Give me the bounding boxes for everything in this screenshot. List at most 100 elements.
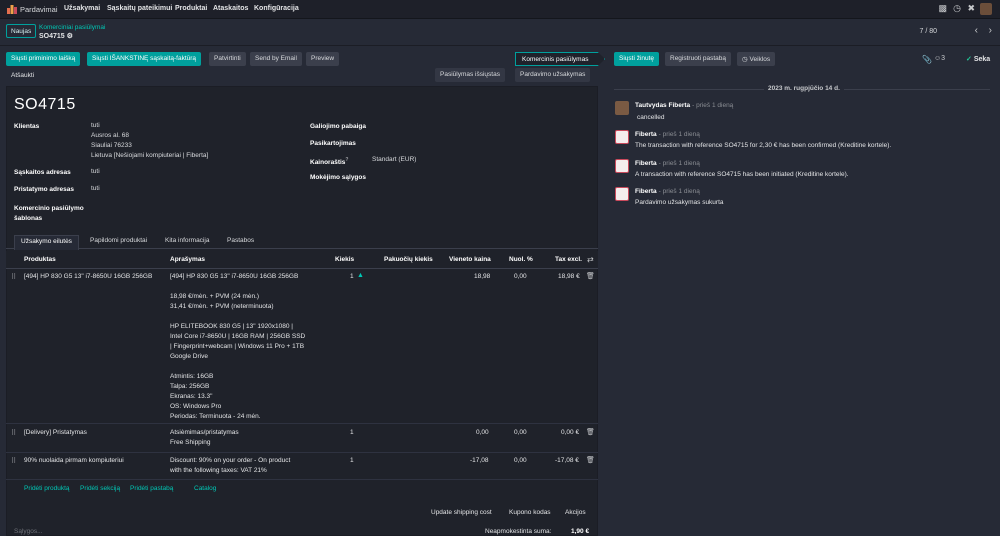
send-message-button[interactable]: Siųsti žinutę [614, 52, 660, 66]
followers[interactable]: ☺3 [934, 55, 945, 62]
add-note-link[interactable]: Pridėti pastabą [130, 485, 173, 492]
client-field[interactable]: tuti Ausros al. 68 Siauliai 76233 Lietuv… [91, 121, 208, 161]
update-shipping-button[interactable]: Update shipping cost [431, 509, 492, 516]
client-name: tuti [91, 122, 100, 129]
row-unit-price[interactable]: 0,00 [476, 428, 489, 438]
row-description[interactable]: [494] HP 830 G5 13" i7-8650U 16GB 256GB … [170, 272, 305, 422]
status-quotation-sent[interactable]: Pasiūlymas išsiųstas [435, 68, 505, 82]
menu-to-invoice[interactable]: Sąskaitų pateikimui [107, 5, 172, 12]
message-time: - prieš 1 dieną [692, 102, 734, 109]
status-sales-order[interactable]: Pardavimo užsakymas [515, 68, 591, 82]
delivery-address-field[interactable]: tuti [91, 184, 100, 194]
row-product[interactable]: [494] HP 830 G5 13" i7-8650U 16GB 256GB [24, 272, 152, 282]
table-row[interactable] [6, 425, 598, 453]
invoice-address-field[interactable]: tuti [91, 167, 100, 177]
row-discount[interactable]: 0,00 [514, 456, 527, 466]
untaxed-value: 1,90 € [571, 528, 590, 535]
menu-products[interactable]: Produktai [175, 5, 207, 12]
breadcrumb-parent[interactable]: Komerciniai pasiūlymai [39, 24, 105, 31]
pager-prev-icon[interactable]: ‹ [975, 25, 978, 36]
trash-icon[interactable]: 🗑 [586, 456, 595, 464]
row-discount[interactable]: 0,00 [514, 272, 527, 282]
chat-icon[interactable]: ▩ [938, 3, 947, 14]
send-advance-invoice-button[interactable]: Siųsti IŠANKSTINĘ sąskaitą-faktūrą [87, 52, 202, 66]
message-header: Fiberta - prieš 1 dieną [635, 131, 700, 138]
drag-handle-icon[interactable]: ⠿ [11, 457, 16, 465]
client-address-line: Ausros al. 68 [91, 132, 129, 139]
tab-order-lines[interactable]: Užsakymo eilutės [14, 235, 79, 250]
col-quantity[interactable]: Kiekis [335, 256, 354, 263]
row-product[interactable]: [Delivery] Pristatymas [24, 428, 87, 438]
activities-button[interactable]: ◷ Veiklos [737, 52, 776, 66]
forecast-chart-icon[interactable]: ▲ [357, 272, 364, 279]
menu-orders[interactable]: Užsakymai [64, 5, 100, 12]
col-unit-price[interactable]: Vieneto kaina [449, 256, 491, 263]
message-author[interactable]: Fiberta [635, 160, 657, 167]
pager-value[interactable]: 7 / 80 [919, 28, 937, 35]
new-button[interactable]: Naujas [6, 24, 37, 38]
message-author[interactable]: Fiberta [635, 131, 657, 138]
terms-input[interactable]: Sąlygos... [14, 528, 43, 535]
row-quantity[interactable]: 1 [350, 456, 354, 466]
message-author[interactable]: Fiberta [635, 188, 657, 195]
apps-logo-icon[interactable] [7, 4, 17, 14]
status-quotation[interactable]: Komercinis pasiūlymas [515, 52, 605, 66]
trash-icon[interactable]: 🗑 [586, 428, 595, 436]
pager-next-icon[interactable]: › [989, 25, 992, 36]
col-description[interactable]: Aprašymas [170, 256, 205, 263]
tab-other-info[interactable]: Kita informacija [159, 235, 215, 246]
row-unit-price[interactable]: 18,98 [474, 272, 490, 282]
preview-button[interactable]: Preview [306, 52, 340, 66]
col-discount[interactable]: Nuol. % [509, 256, 533, 263]
description-line [170, 362, 305, 372]
row-discount[interactable]: 0,00 [514, 428, 527, 438]
paperclip-icon[interactable]: 📎 [922, 55, 932, 64]
user-avatar[interactable] [980, 3, 992, 15]
tab-notes[interactable]: Pastabos [221, 235, 260, 246]
cancel-button[interactable]: Atšaukti [11, 72, 34, 79]
row-description[interactable]: Discount: 90% on your order - On product… [170, 456, 290, 476]
tab-optional-products[interactable]: Papildomi produktai [84, 235, 153, 246]
gear-icon[interactable]: ⚙ [67, 33, 73, 40]
payment-terms-label: Mokėjimo sąlygos [310, 174, 366, 181]
add-product-link[interactable]: Pridėti produktą [24, 485, 70, 492]
message-body: cancelled [637, 114, 665, 121]
author-avatar[interactable] [615, 130, 629, 144]
send-reminder-button[interactable]: Siųsti priminimo laišką [6, 52, 81, 66]
message-time: - prieš 1 dieną [658, 188, 700, 195]
drag-handle-icon[interactable]: ⠿ [11, 429, 16, 437]
row-unit-price[interactable]: -17,08 [470, 456, 488, 466]
row-product[interactable]: 90% nuolaida pirmam kompiuteriui [24, 456, 124, 466]
author-avatar[interactable] [615, 101, 629, 115]
coupon-button[interactable]: Kupono kodas [509, 509, 551, 516]
row-quantity[interactable]: 1 [350, 428, 354, 438]
tools-icon[interactable]: ✖ [967, 3, 975, 14]
follow-button[interactable]: ✓ Seka [966, 55, 990, 63]
column-settings-icon[interactable]: ⇄ [587, 255, 594, 264]
catalog-link[interactable]: Catalog [194, 485, 216, 492]
add-section-link[interactable]: Pridėti sekciją [80, 485, 120, 492]
help-tooltip-icon[interactable]: ? [345, 157, 348, 163]
row-description[interactable]: Atsiėmimas/pristatymas Free Shipping [170, 428, 239, 448]
trash-icon[interactable]: 🗑 [586, 272, 595, 280]
follow-label: Seka [973, 56, 991, 63]
row-quantity[interactable]: 1 [350, 272, 354, 282]
message-body: The transaction with reference SO4715 fo… [635, 142, 892, 149]
app-name[interactable]: Pardavimai [20, 5, 58, 14]
clock-icon[interactable]: ◷ [953, 3, 961, 14]
message-author[interactable]: Tautvydas Fiberta [635, 102, 690, 109]
col-tax-excl[interactable]: Tax excl. [555, 256, 582, 263]
pricelist-field[interactable]: Standart (EUR) [372, 155, 416, 165]
log-note-button[interactable]: Registruoti pastabą [665, 52, 732, 66]
promotions-button[interactable]: Akcijos [565, 509, 586, 516]
col-product[interactable]: Produktas [24, 256, 56, 263]
send-email-button[interactable]: Send by Email [250, 52, 302, 66]
author-avatar[interactable] [615, 187, 629, 201]
menu-configuration[interactable]: Konfigūracija [254, 5, 299, 12]
author-avatar[interactable] [615, 159, 629, 173]
description-line: Discount: 90% on your order - On product [170, 457, 291, 464]
menu-reporting[interactable]: Ataskaitos [213, 5, 248, 12]
confirm-button[interactable]: Patvirtinti [209, 52, 246, 66]
col-packaging[interactable]: Pakuočių kiekis [384, 256, 433, 263]
drag-handle-icon[interactable]: ⠿ [11, 273, 16, 281]
